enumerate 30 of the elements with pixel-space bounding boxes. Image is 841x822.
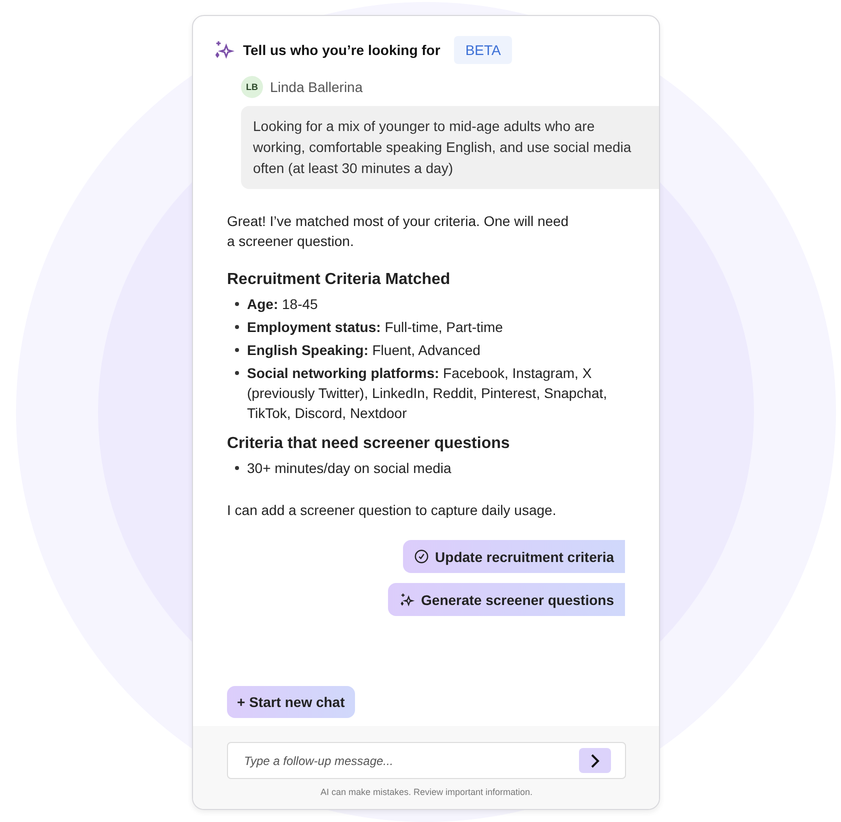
criteria-item: Employment status: Full-time, Part-time	[247, 318, 503, 337]
send-button[interactable]	[579, 748, 611, 773]
reply-text: Great! I’ve matched most of your criteria. One will need a screener question.	[227, 212, 570, 251]
bullet-icon	[235, 466, 239, 470]
user-avatar: LB	[241, 76, 263, 98]
criteria-item: English Speaking: Fluent, Advanced	[247, 341, 480, 360]
section-heading: Recruitment Criteria Matched	[227, 271, 452, 289]
criteria-item: Age: 18-45	[247, 295, 318, 314]
sparkle-icon	[213, 39, 235, 61]
criteria-item: 30+ minutes/day on social media	[247, 459, 452, 478]
criteria-item: Social networking platforms: Facebook, Instagram, X (previously Twitter), LinkedIn, Reddit, Pinterest, Snapchat, TikTok, Discord, Nextdoor	[247, 364, 608, 423]
action-button[interactable]: Generate screener questions	[388, 583, 625, 616]
user-name: Linda Ballerina	[270, 79, 363, 95]
bullet-icon	[235, 348, 239, 352]
new-chat-button[interactable]: + Start new chat	[227, 686, 355, 718]
chevron-right-icon	[590, 754, 600, 768]
bullet-icon	[235, 302, 239, 306]
disclaimer-text: AI can make mistakes. Review important information.	[320, 787, 533, 797]
bullet-icon	[235, 371, 239, 375]
message-input[interactable]: Type a follow-up message...	[242, 752, 579, 768]
message-field[interactable]: Type a follow-up message...	[227, 742, 626, 779]
panel-title: Tell us who you’re looking for	[243, 42, 440, 58]
bullet-icon	[235, 325, 239, 329]
beta-badge: BETA	[454, 36, 512, 64]
check-circle-icon	[414, 549, 430, 564]
reply-text: I can add a screener question to capture daily usage.	[227, 501, 558, 520]
sparkle-icon	[399, 592, 416, 608]
user-message: Looking for a mix of younger to mid-age adults who are working, comfortable speaking English, and use social media often (at least 30 minutes a day)	[241, 106, 659, 189]
action-button[interactable]: Update recruitment criteria	[403, 540, 625, 573]
section-heading: Criteria that need screener questions	[227, 435, 511, 453]
